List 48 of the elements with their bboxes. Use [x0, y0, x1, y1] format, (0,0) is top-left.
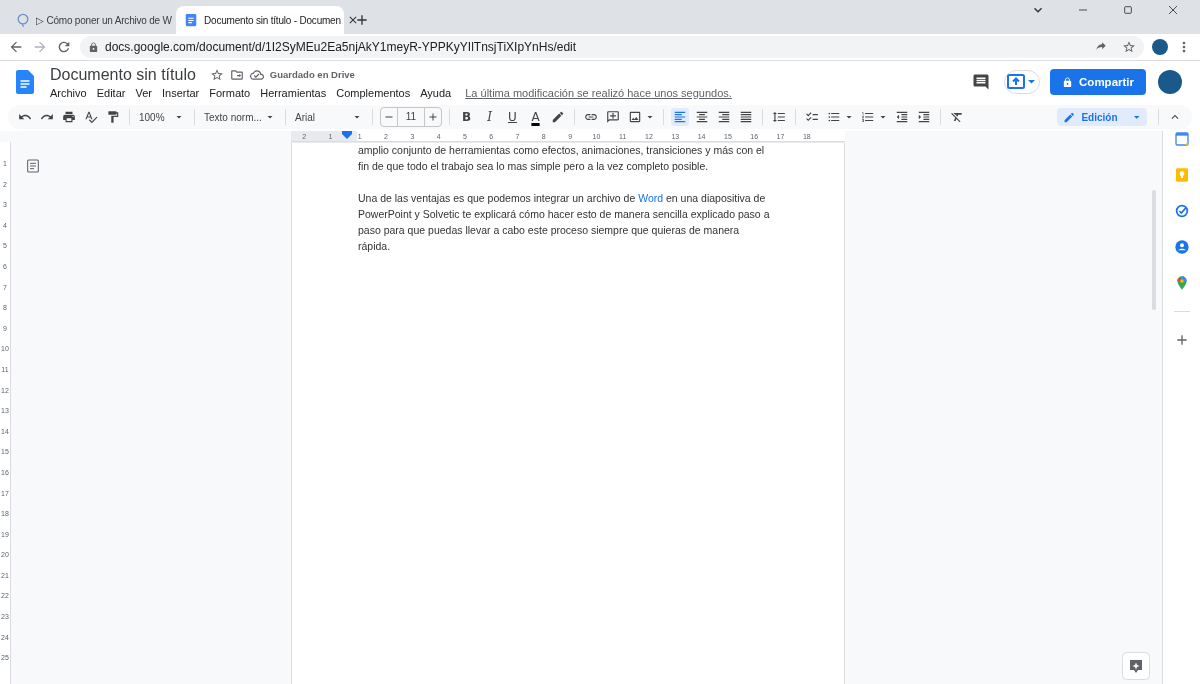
format-button[interactable]: B — [457, 107, 476, 127]
menu-item[interactable]: Formato — [209, 86, 251, 99]
align-left-icon[interactable] — [671, 108, 689, 126]
docs-logo-icon[interactable] — [16, 70, 34, 94]
account-avatar[interactable] — [1158, 70, 1182, 94]
address-bar[interactable]: docs.google.com/document/d/1I2SyMEu2Ea5njAkY1meyR-YPPKyYIlTnsjTiXIpYnHs/edit — [80, 36, 1144, 58]
menu-item[interactable]: Ayuda — [420, 86, 452, 99]
present-upload-icon — [1007, 74, 1038, 90]
font-dropdown[interactable]: Arial — [293, 107, 365, 127]
balloon-favicon-icon — [16, 13, 30, 27]
zoom-dropdown[interactable]: 100% — [137, 107, 187, 127]
document-title[interactable]: Documento sin título — [50, 65, 196, 84]
pencil-icon — [1063, 110, 1076, 124]
cloud-check-icon[interactable] — [249, 67, 264, 82]
new-tab-icon[interactable] — [354, 12, 370, 28]
lock-icon — [88, 41, 99, 53]
document-favicon-icon — [184, 13, 198, 27]
menu-item[interactable]: Archivo — [50, 86, 87, 99]
profile-avatar[interactable] — [1152, 39, 1168, 55]
explore-button-icon[interactable] — [1122, 652, 1150, 680]
save-status: Guardado en Drive — [269, 69, 355, 80]
format-button[interactable]: U — [503, 107, 522, 127]
format-button[interactable]: I — [480, 107, 499, 127]
move-folder-icon[interactable] — [229, 67, 244, 82]
format-button[interactable]: A — [526, 107, 545, 127]
document-outline-icon[interactable] — [25, 158, 41, 174]
calendar-icon[interactable] — [1173, 131, 1190, 147]
contact-person-icon[interactable] — [1173, 239, 1190, 255]
lock-icon — [1062, 76, 1074, 88]
present-button[interactable] — [1004, 70, 1041, 94]
paragraph: amplio conjunto de herramientas como efectos, animaciones, transiciones y más con el fin de que todo el trabajo sea lo mas simple pero a la vez completo posible. — [358, 143, 766, 174]
comment-icon[interactable] — [972, 73, 991, 91]
back-icon[interactable] — [8, 39, 24, 55]
menu-item[interactable]: Ver — [135, 86, 152, 99]
last-edit-link[interactable]: La última modificación se realizó hace unos segundos. — [465, 86, 732, 99]
star-icon[interactable] — [209, 67, 224, 82]
menu-item[interactable]: Insertar — [161, 86, 200, 99]
editing-mode-dropdown[interactable]: Edición — [1057, 108, 1147, 126]
menu-item[interactable]: Complementos — [336, 86, 411, 99]
menu-item[interactable]: Editar — [96, 86, 126, 99]
paragraph: Una de las ventajas es que podemos integrar un archivo de Word en una diapositiva de PowerPoint y Solvetic te explicará cómo hacer esto de manera sencilla explicado paso a paso para que puedas llevar a cabo este proceso siempre que quieras de manera rápida. — [358, 191, 771, 254]
word-link[interactable]: Word — [638, 192, 664, 204]
checkmark-circle-icon[interactable] — [1173, 203, 1190, 219]
reload-icon[interactable] — [56, 39, 72, 55]
share-button[interactable]: Compartir — [1050, 69, 1146, 95]
style-dropdown[interactable]: Texto norm... — [202, 107, 278, 127]
menu-item[interactable]: Herramientas — [260, 86, 327, 99]
bookmark-star-icon[interactable] — [1122, 40, 1136, 54]
